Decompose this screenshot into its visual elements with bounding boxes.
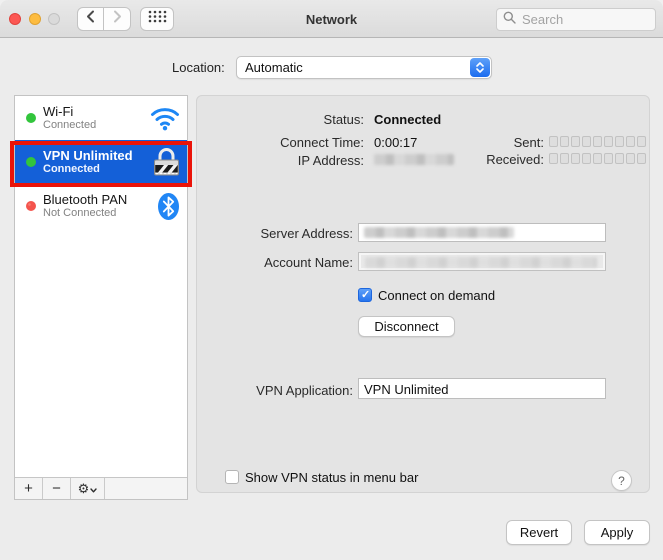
- popup-stepper-icon: [470, 58, 490, 77]
- sidebar-footer: + − ⚙: [15, 477, 187, 499]
- vpn-application-value: VPN Unlimited: [359, 379, 605, 397]
- interface-status: Connected: [43, 119, 150, 132]
- help-button[interactable]: ?: [611, 470, 632, 491]
- disconnect-button[interactable]: Disconnect: [358, 316, 455, 337]
- revert-button[interactable]: Revert: [506, 520, 572, 545]
- bluetooth-icon: [157, 192, 180, 221]
- gear-icon: ⚙: [78, 481, 90, 497]
- interface-status: Not Connected: [43, 207, 157, 220]
- back-button[interactable]: [77, 7, 104, 31]
- chevron-left-icon: [86, 10, 95, 28]
- vpn-detail-panel: Status: Connected Connect Time: 0:00:17 …: [196, 95, 650, 493]
- sidebar-item-vpn-unlimited[interactable]: VPN Unlimited Connected: [15, 140, 187, 184]
- interface-name: Bluetooth PAN: [43, 192, 157, 207]
- minimize-button[interactable]: [29, 13, 41, 25]
- grid-icon: [148, 10, 167, 28]
- vpn-lock-icon: [153, 146, 180, 179]
- disconnect-button-label: Disconnect: [374, 319, 438, 334]
- search-input[interactable]: [520, 11, 644, 28]
- received-label: Received:: [197, 152, 544, 167]
- show-vpn-status-checkbox[interactable]: [225, 470, 239, 484]
- sent-activity-gauge: [549, 136, 646, 147]
- connect-on-demand-checkbox[interactable]: [358, 288, 372, 302]
- titlebar: Network: [0, 0, 663, 38]
- nav-buttons: [77, 7, 131, 31]
- interface-name: VPN Unlimited: [43, 148, 153, 163]
- location-label: Location:: [172, 60, 225, 75]
- action-gear-button[interactable]: ⚙: [71, 478, 105, 499]
- network-preferences-window: Network Location: Automatic Wi-Fi Connec…: [0, 0, 663, 560]
- account-name-label: Account Name:: [197, 255, 353, 270]
- location-popup[interactable]: Automatic: [236, 56, 492, 79]
- status-dot-green: [26, 113, 36, 123]
- server-address-redacted: [364, 227, 514, 238]
- server-address-field[interactable]: [358, 223, 606, 242]
- account-name-redacted: [365, 257, 597, 268]
- search-field[interactable]: [496, 8, 656, 31]
- zoom-button-disabled: [48, 13, 60, 25]
- interface-name: Wi-Fi: [43, 104, 150, 119]
- forward-button[interactable]: [104, 7, 131, 31]
- status-dot-red: [26, 201, 36, 211]
- apply-button-label: Apply: [601, 525, 634, 540]
- status-value: Connected: [374, 112, 441, 127]
- wifi-icon: [150, 105, 180, 131]
- remove-interface-button[interactable]: −: [43, 478, 71, 499]
- close-button[interactable]: [9, 13, 21, 25]
- location-value: Automatic: [237, 60, 470, 75]
- chevron-down-icon: [90, 481, 97, 496]
- help-button-label: ?: [618, 474, 625, 488]
- apply-button[interactable]: Apply: [584, 520, 650, 545]
- search-icon: [503, 11, 516, 29]
- received-activity-gauge: [549, 153, 646, 164]
- account-name-field[interactable]: [358, 252, 606, 271]
- sidebar-item-bluetooth-pan[interactable]: Bluetooth PAN Not Connected: [15, 184, 187, 228]
- sent-label: Sent:: [197, 135, 544, 150]
- add-interface-button[interactable]: +: [15, 478, 43, 499]
- status-dot-green: [26, 157, 36, 167]
- status-label: Status:: [197, 112, 364, 127]
- vpn-application-label: VPN Application:: [197, 383, 353, 398]
- revert-button-label: Revert: [520, 525, 558, 540]
- connect-on-demand-label: Connect on demand: [378, 288, 495, 303]
- chevron-right-icon: [113, 10, 122, 28]
- show-vpn-status-label: Show VPN status in menu bar: [245, 470, 418, 485]
- interface-list: Wi-Fi Connected VPN Unlimited Connected: [14, 95, 188, 500]
- show-all-button[interactable]: [140, 7, 174, 31]
- vpn-application-field[interactable]: VPN Unlimited: [358, 378, 606, 399]
- server-address-label: Server Address:: [197, 226, 353, 241]
- interface-status: Connected: [43, 163, 153, 176]
- sidebar-item-wifi[interactable]: Wi-Fi Connected: [15, 96, 187, 140]
